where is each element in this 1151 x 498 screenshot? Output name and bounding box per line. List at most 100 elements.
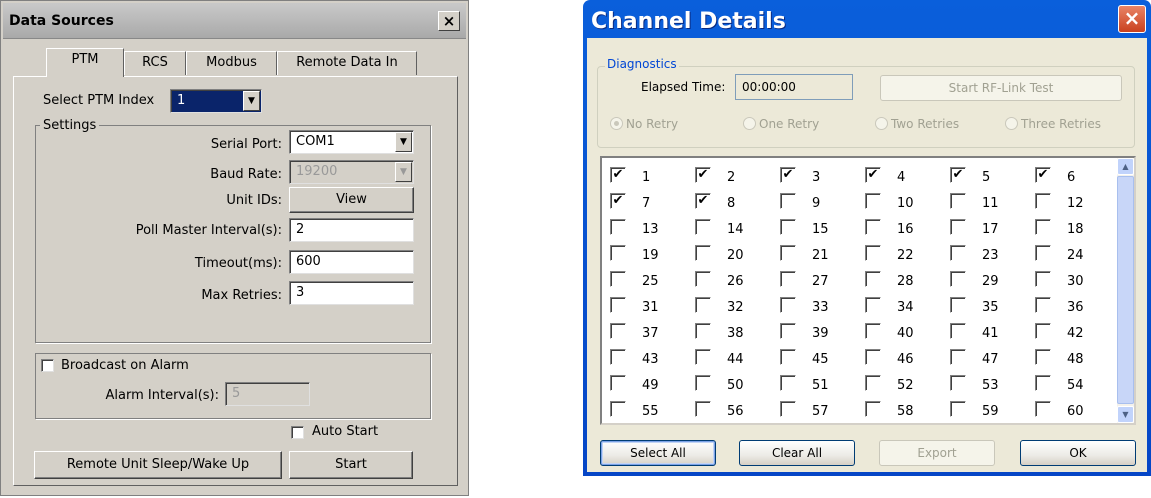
channel-checkbox[interactable] xyxy=(1035,375,1051,391)
chevron-down-icon[interactable]: ▼ xyxy=(243,91,260,111)
channel-item[interactable]: ✔ 4 xyxy=(857,162,942,188)
serial-port-select[interactable]: COM1 ▼ xyxy=(289,130,414,154)
channel-item[interactable]: 12 xyxy=(1027,188,1112,214)
vertical-scrollbar[interactable]: ▲ ▼ xyxy=(1117,158,1134,423)
channel-item[interactable]: 47 xyxy=(942,344,1027,370)
channel-checkbox-checked[interactable]: ✔ xyxy=(1035,167,1051,183)
timeout-input[interactable]: 600 xyxy=(289,250,414,274)
channel-item[interactable]: 10 xyxy=(857,188,942,214)
chevron-down-icon[interactable]: ▼ xyxy=(395,162,412,182)
channel-item[interactable]: ✔ 8 xyxy=(687,188,772,214)
broadcast-checkbox[interactable] xyxy=(41,359,54,372)
channel-checkbox[interactable] xyxy=(1035,297,1051,313)
channel-item[interactable]: 34 xyxy=(857,292,942,318)
channel-item[interactable]: 15 xyxy=(772,214,857,240)
channel-checkbox[interactable] xyxy=(610,375,626,391)
tab-remote-data-in[interactable]: Remote Data In xyxy=(277,51,417,75)
radio-two-retries[interactable]: Two Retries xyxy=(875,117,959,131)
start-button[interactable]: Start xyxy=(289,451,413,479)
channel-item[interactable]: 29 xyxy=(942,266,1027,292)
channel-item[interactable]: ✔ 1 xyxy=(602,162,687,188)
channel-item[interactable]: 11 xyxy=(942,188,1027,214)
channel-checkbox[interactable] xyxy=(695,297,711,313)
channel-item[interactable]: 19 xyxy=(602,240,687,266)
channel-item[interactable]: 33 xyxy=(772,292,857,318)
channel-checkbox-checked[interactable]: ✔ xyxy=(780,167,796,183)
baud-rate-select[interactable]: 19200 ▼ xyxy=(289,160,414,184)
channel-checkbox[interactable] xyxy=(1035,271,1051,287)
channel-item[interactable]: 56 xyxy=(687,396,772,422)
radio-one-retry[interactable]: One Retry xyxy=(743,117,819,131)
channel-item[interactable]: 32 xyxy=(687,292,772,318)
channel-checkbox[interactable] xyxy=(610,401,626,417)
radio-no-retry[interactable]: No Retry xyxy=(610,117,678,131)
channel-checkbox[interactable] xyxy=(865,323,881,339)
channel-checkbox[interactable] xyxy=(780,219,796,235)
channel-item[interactable]: 45 xyxy=(772,344,857,370)
channel-item[interactable]: 23 xyxy=(942,240,1027,266)
channel-item[interactable]: 60 xyxy=(1027,396,1112,422)
channel-checkbox[interactable] xyxy=(1035,349,1051,365)
channel-item[interactable]: 18 xyxy=(1027,214,1112,240)
channel-item[interactable]: 52 xyxy=(857,370,942,396)
channel-item[interactable]: 27 xyxy=(772,266,857,292)
ok-button[interactable]: OK xyxy=(1020,440,1136,466)
channel-item[interactable]: ✔ 3 xyxy=(772,162,857,188)
channel-item[interactable]: 54 xyxy=(1027,370,1112,396)
channel-checkbox[interactable] xyxy=(610,271,626,287)
channel-checkbox[interactable] xyxy=(865,349,881,365)
channel-item[interactable]: 53 xyxy=(942,370,1027,396)
channel-checkbox[interactable] xyxy=(950,375,966,391)
channel-checkbox[interactable] xyxy=(695,401,711,417)
start-rf-link-test-button[interactable]: Start RF-Link Test xyxy=(880,75,1122,101)
channel-item[interactable]: 46 xyxy=(857,344,942,370)
close-button[interactable]: × xyxy=(1118,5,1146,33)
channel-checkbox[interactable] xyxy=(865,297,881,313)
channel-checkbox[interactable] xyxy=(950,219,966,235)
channel-checkbox-checked[interactable]: ✔ xyxy=(695,167,711,183)
channel-item[interactable]: 36 xyxy=(1027,292,1112,318)
sleep-wake-button[interactable]: Remote Unit Sleep/Wake Up xyxy=(34,451,282,479)
channel-item[interactable]: 44 xyxy=(687,344,772,370)
ptm-index-select[interactable]: 1 ▼ xyxy=(170,89,262,113)
channel-checkbox[interactable] xyxy=(780,349,796,365)
channel-item[interactable]: 25 xyxy=(602,266,687,292)
channel-item[interactable]: 35 xyxy=(942,292,1027,318)
channel-item[interactable]: 42 xyxy=(1027,318,1112,344)
tab-modbus[interactable]: Modbus xyxy=(186,51,277,75)
channel-item[interactable]: 50 xyxy=(687,370,772,396)
close-button[interactable]: × xyxy=(438,11,460,31)
channel-checkbox[interactable] xyxy=(950,297,966,313)
channel-checkbox[interactable] xyxy=(780,323,796,339)
channel-checkbox[interactable] xyxy=(610,349,626,365)
channel-checkbox[interactable] xyxy=(610,297,626,313)
channel-item[interactable]: 43 xyxy=(602,344,687,370)
max-retries-input[interactable]: 3 xyxy=(289,281,414,305)
channel-item[interactable]: 21 xyxy=(772,240,857,266)
alarm-interval-input[interactable]: 5 xyxy=(225,382,310,406)
channel-item[interactable]: ✔ 5 xyxy=(942,162,1027,188)
channel-checkbox[interactable] xyxy=(865,271,881,287)
channel-item[interactable]: 51 xyxy=(772,370,857,396)
channel-checkbox-checked[interactable]: ✔ xyxy=(610,193,626,209)
channel-checkbox[interactable] xyxy=(1035,193,1051,209)
channel-item[interactable]: 17 xyxy=(942,214,1027,240)
select-all-button[interactable]: Select All xyxy=(600,440,716,466)
channel-checkbox[interactable] xyxy=(610,245,626,261)
channel-list[interactable]: 60 59 58 57 56 55 54 53 52 51 50 49 48 47 46 45 44 43 42 41… xyxy=(600,156,1136,425)
channel-checkbox[interactable] xyxy=(780,245,796,261)
poll-master-interval-input[interactable]: 2 xyxy=(289,218,414,242)
channel-item[interactable]: ✔ 6 xyxy=(1027,162,1112,188)
channel-item[interactable]: ✔ 2 xyxy=(687,162,772,188)
channel-checkbox-checked[interactable]: ✔ xyxy=(610,167,626,183)
channel-checkbox[interactable] xyxy=(950,245,966,261)
channel-checkbox[interactable] xyxy=(950,323,966,339)
channel-checkbox-checked[interactable]: ✔ xyxy=(695,193,711,209)
export-button[interactable]: Export xyxy=(879,440,995,466)
channel-checkbox[interactable] xyxy=(950,271,966,287)
title-bar[interactable]: Data Sources × xyxy=(3,3,466,39)
channel-item[interactable]: 37 xyxy=(602,318,687,344)
channel-checkbox[interactable] xyxy=(1035,219,1051,235)
channel-checkbox-checked[interactable]: ✔ xyxy=(950,167,966,183)
channel-checkbox-checked[interactable]: ✔ xyxy=(865,167,881,183)
